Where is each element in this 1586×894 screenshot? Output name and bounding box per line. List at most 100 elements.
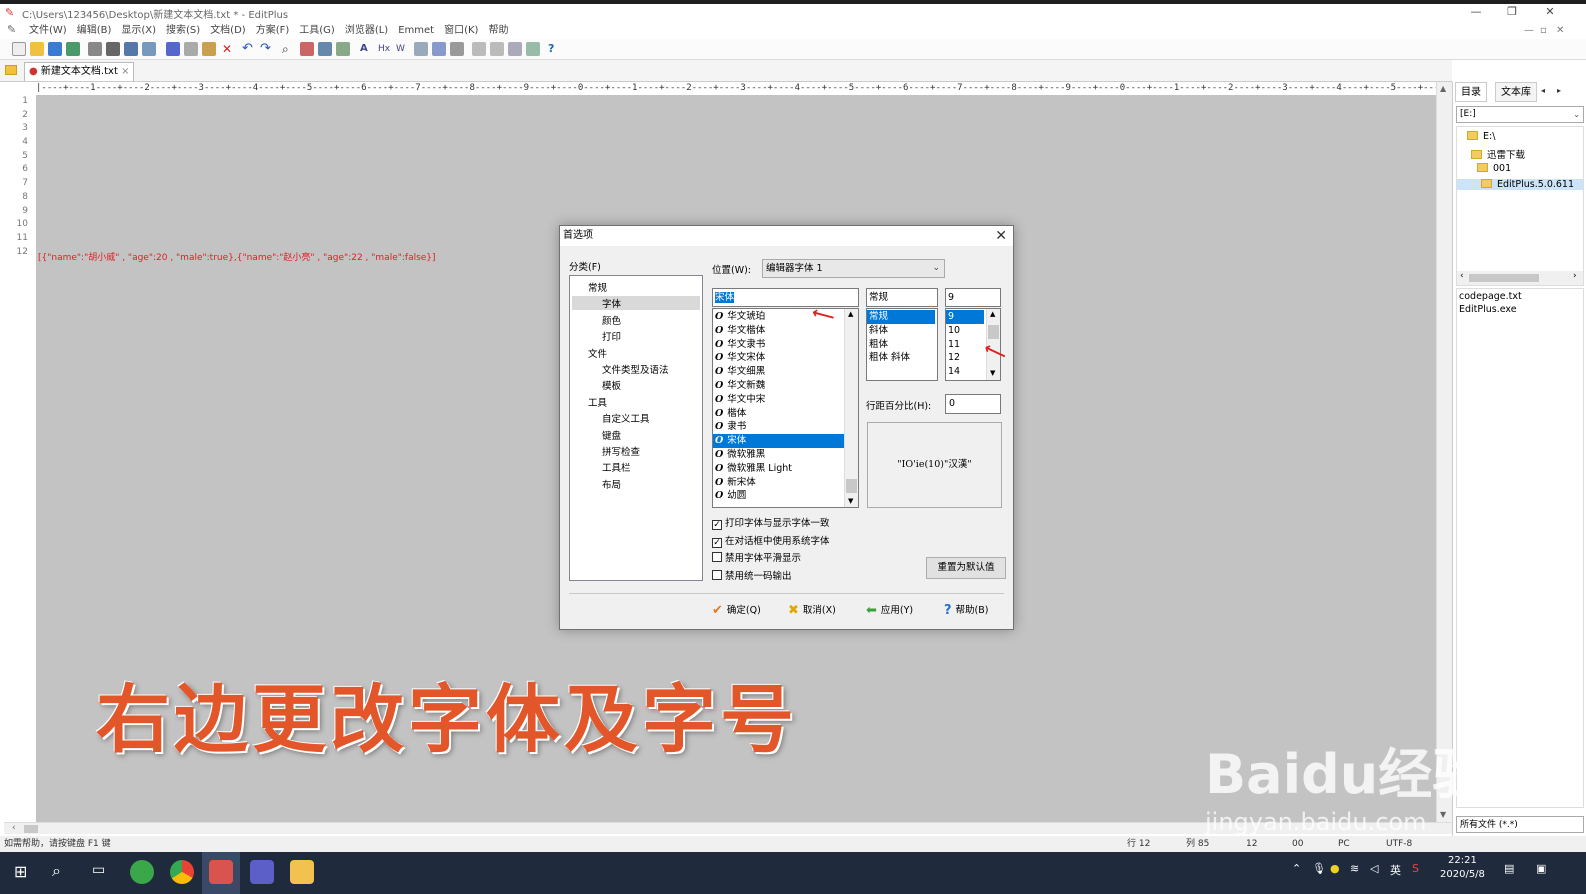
notification-icon[interactable]: ▣ — [1536, 862, 1546, 875]
document-tab[interactable]: ● 新建文本文档.txt × — [24, 62, 135, 81]
indent-icon[interactable] — [336, 42, 350, 56]
cliptext-icon[interactable] — [526, 42, 540, 56]
scroll-thumb[interactable] — [846, 479, 857, 493]
ime-indicator[interactable]: 英 — [1390, 862, 1401, 878]
menu-item[interactable]: 浏览器(L) — [340, 22, 393, 39]
ruler-icon[interactable] — [414, 42, 428, 56]
directory-icon[interactable] — [508, 42, 522, 56]
tree-item-editplus[interactable]: EditPlus.5.0.611 — [1457, 179, 1583, 190]
category-list[interactable]: 常规 字体 颜色 打印 文件 文件类型及语法 模板 工具 自定义工具 键盘 拼写检查 工具栏 布局 — [569, 275, 703, 581]
reset-default-button[interactable]: 重置为默认值 — [926, 557, 1006, 579]
undo-icon[interactable]: ↶ — [242, 42, 256, 56]
font-style-input[interactable]: 常规 — [866, 288, 938, 307]
category-item[interactable]: 文件 — [572, 346, 700, 360]
font-icon[interactable]: A — [360, 42, 374, 56]
menu-item[interactable]: 编辑(B) — [72, 22, 117, 39]
file-filter-select[interactable]: 所有文件 (*.*) — [1456, 816, 1584, 833]
tree-item-xunlei[interactable]: 迅雷下载 — [1471, 147, 1525, 161]
size-item[interactable]: 14 — [946, 365, 984, 379]
tray-app-icon[interactable]: ● — [1330, 862, 1340, 875]
font-item[interactable]: O 微软雅黑 — [713, 448, 844, 462]
goto-icon[interactable] — [318, 42, 332, 56]
drive-select[interactable]: [E:] ⌄ — [1456, 106, 1584, 123]
tree-item-root[interactable]: E:\ — [1467, 131, 1495, 142]
scroll-left-icon[interactable]: ‹ — [1460, 271, 1464, 281]
new-file-icon[interactable] — [12, 42, 26, 56]
dialog-close-icon[interactable]: ✕ — [995, 226, 1007, 246]
checkbox[interactable]: ✓ — [712, 520, 722, 530]
font-item[interactable]: O 华文隶书 — [713, 338, 844, 352]
scroll-up-icon[interactable]: ▲ — [848, 310, 853, 318]
copy-icon[interactable] — [184, 42, 198, 56]
apply-button[interactable]: ⬅ 应用(Y) — [866, 604, 913, 618]
settings-icon[interactable] — [450, 42, 464, 56]
ok-button[interactable]: ✔ 确定(Q) — [712, 604, 761, 618]
code-line-12[interactable]: [{"name":"胡小威" , "age":20 , "male":true}… — [38, 250, 436, 263]
volume-icon[interactable]: ◁ — [1370, 862, 1378, 875]
save-all-icon[interactable] — [66, 42, 80, 56]
font-item[interactable]: O 宋体 — [713, 434, 844, 448]
vertical-scrollbar[interactable]: ▲ ▼ — [1436, 82, 1452, 822]
size-item[interactable]: 9 — [946, 310, 984, 324]
open-folder-icon[interactable] — [30, 42, 44, 56]
file-explorer-icon[interactable] — [290, 860, 314, 884]
tab-directory[interactable]: 目录 — [1455, 82, 1487, 102]
browser-icon[interactable] — [142, 42, 156, 56]
window-tile-icon[interactable] — [472, 42, 486, 56]
menu-item[interactable]: 窗口(K) — [439, 22, 483, 39]
file-item[interactable]: codepage.txt — [1459, 291, 1522, 302]
search-icon[interactable]: ⌕ — [52, 861, 61, 881]
help-icon[interactable]: ? — [548, 42, 562, 56]
checkbox[interactable] — [712, 569, 722, 580]
menu-item[interactable]: 工具(G) — [294, 22, 340, 39]
spellcheck-icon[interactable] — [124, 42, 138, 56]
doc-close-button[interactable]: ✕ — [1556, 22, 1564, 39]
scroll-thumb[interactable] — [24, 825, 38, 833]
find-icon[interactable]: ⌕ — [282, 42, 296, 56]
font-item[interactable]: O 华文细黑 — [713, 365, 844, 379]
paste-icon[interactable] — [202, 42, 216, 56]
scroll-down-icon[interactable]: ▼ — [990, 369, 995, 377]
print-preview-icon[interactable] — [88, 42, 102, 56]
scroll-right-icon[interactable]: › — [1573, 271, 1577, 281]
category-item[interactable]: 工具栏 — [572, 460, 700, 474]
style-item[interactable]: 粗体 斜体 — [867, 351, 935, 365]
clock[interactable]: 22:21 2020/5/8 — [1440, 854, 1485, 882]
category-item[interactable]: 自定义工具 — [572, 411, 700, 425]
font-item[interactable]: O 华文楷体 — [713, 324, 844, 338]
line-number-icon[interactable] — [432, 42, 446, 56]
checkbox-option[interactable]: 禁用统一码输出 — [712, 568, 792, 582]
menu-item[interactable]: 文档(D) — [205, 22, 251, 39]
tree-item-001[interactable]: 001 — [1477, 163, 1511, 174]
font-item[interactable]: O 幼圆 — [713, 489, 844, 503]
style-item[interactable]: 粗体 — [867, 338, 935, 352]
size-item[interactable]: 12 — [946, 351, 984, 365]
tab-textlib[interactable]: 文本库 — [1495, 82, 1537, 102]
category-item[interactable]: 工具 — [572, 395, 700, 409]
font-item[interactable]: O 隶书 — [713, 420, 844, 434]
tray-expand-icon[interactable]: ⌃ — [1292, 862, 1301, 875]
folder-tree[interactable]: E:\ 迅雷下载 001 EditPlus.5.0.611 ‹ › — [1456, 126, 1584, 286]
save-icon[interactable] — [48, 42, 62, 56]
redo-icon[interactable]: ↷ — [260, 42, 274, 56]
browser-360-icon[interactable] — [130, 860, 154, 884]
doc-restore-button[interactable]: ▫ — [1540, 22, 1547, 39]
close-tab-icon[interactable]: × — [121, 66, 129, 77]
scroll-thumb[interactable] — [1469, 274, 1539, 282]
scroll-up-icon[interactable]: ▲ — [1440, 84, 1446, 93]
font-list[interactable]: ▲ ▼ O 华文琥珀 O 华文楷体 O 华文隶书 O 华文宋体 O 华文细黑 O 华文新魏 O 华文中宋 O… — [712, 308, 859, 508]
hex-icon[interactable]: Hx — [378, 42, 392, 56]
size-item[interactable]: 10 — [946, 324, 984, 338]
cancel-button[interactable]: ✖ 取消(X) — [788, 604, 836, 618]
menu-item[interactable]: 显示(X) — [116, 22, 161, 39]
replace-icon[interactable] — [300, 42, 314, 56]
menu-item[interactable]: 帮助 — [483, 22, 513, 39]
category-item[interactable]: 模板 — [572, 378, 700, 392]
tree-hscrollbar[interactable]: ‹ › — [1457, 271, 1583, 285]
wifi-icon[interactable]: ≋ — [1350, 862, 1359, 875]
chrome-icon[interactable] — [170, 860, 194, 884]
sogou-icon[interactable]: S — [1412, 862, 1419, 875]
windows-start-icon[interactable]: ⊞ — [14, 862, 27, 881]
file-item[interactable]: EditPlus.exe — [1459, 304, 1517, 315]
help-button[interactable]: ? 帮助(B) — [944, 604, 988, 618]
